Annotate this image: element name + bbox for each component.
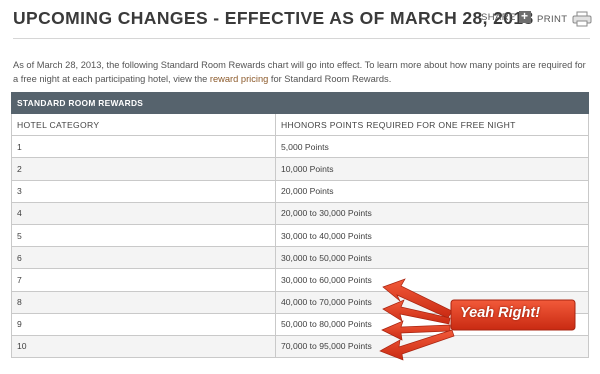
column-header-hotel-category: HOTEL CATEGORY [11, 112, 276, 137]
table-row: 5 30,000 to 40,000 Points [11, 223, 589, 248]
table-row: 6 30,000 to 50,000 Points [11, 246, 589, 270]
table-row: 1 5,000 Points [11, 135, 589, 159]
points-cell: 5,000 Points [275, 135, 589, 159]
points-cell: 70,000 to 95,000 Points [275, 334, 589, 359]
points-cell: 30,000 to 40,000 Points [275, 223, 589, 248]
hotel-category-cell: 10 [11, 334, 276, 359]
points-cell: 10,000 Points [275, 157, 589, 181]
table-row: 3 20,000 Points [11, 179, 589, 203]
plus-icon: + [518, 10, 531, 23]
table-row: 2 10,000 Points [11, 157, 589, 181]
printer-icon [572, 11, 591, 27]
column-header-points-required: HHONORS POINTS REQUIRED FOR ONE FREE NIG… [275, 112, 589, 137]
hotel-category-cell: 1 [11, 135, 276, 159]
hotel-category-cell: 3 [11, 179, 276, 203]
hotel-category-cell: 2 [11, 157, 276, 181]
page-header: UPCOMING CHANGES - EFFECTIVE AS OF MARCH… [0, 0, 600, 38]
intro-paragraph: As of March 28, 2013, the following Stan… [13, 58, 593, 86]
table-row: 7 30,000 to 60,000 Points [11, 268, 589, 292]
share-button[interactable]: SHARE + [481, 10, 531, 23]
hotel-category-cell: 8 [11, 290, 276, 314]
table-caption: STANDARD ROOM REWARDS [11, 92, 589, 114]
points-cell: 30,000 to 50,000 Points [275, 246, 589, 270]
intro-text-end: for Standard Room Rewards. [268, 74, 392, 84]
table-column-header-row: HOTEL CATEGORY HHONORS POINTS REQUIRED F… [11, 112, 589, 137]
table-row: 4 20,000 to 30,000 Points [11, 201, 589, 225]
annotation-text: Yeah Right! [460, 305, 541, 321]
print-button[interactable]: PRINT [537, 11, 592, 27]
hotel-category-cell: 4 [11, 201, 276, 225]
header-divider [13, 38, 590, 39]
print-label: PRINT [537, 13, 568, 25]
points-cell: 20,000 Points [275, 179, 589, 203]
points-cell: 30,000 to 60,000 Points [275, 268, 589, 292]
reward-pricing-link[interactable]: reward pricing [210, 74, 268, 84]
page-title: UPCOMING CHANGES - EFFECTIVE AS OF MARCH… [13, 8, 534, 28]
hotel-category-cell: 6 [11, 246, 276, 270]
points-cell: 40,000 to 70,000 Points [275, 290, 589, 314]
points-cell: 50,000 to 80,000 Points [275, 312, 589, 336]
hotel-category-cell: 7 [11, 268, 276, 292]
hotel-category-cell: 5 [11, 223, 276, 248]
table-row: 10 70,000 to 95,000 Points [11, 334, 589, 359]
share-label: SHARE [481, 11, 516, 23]
points-cell: 20,000 to 30,000 Points [275, 201, 589, 225]
hotel-category-cell: 9 [11, 312, 276, 336]
